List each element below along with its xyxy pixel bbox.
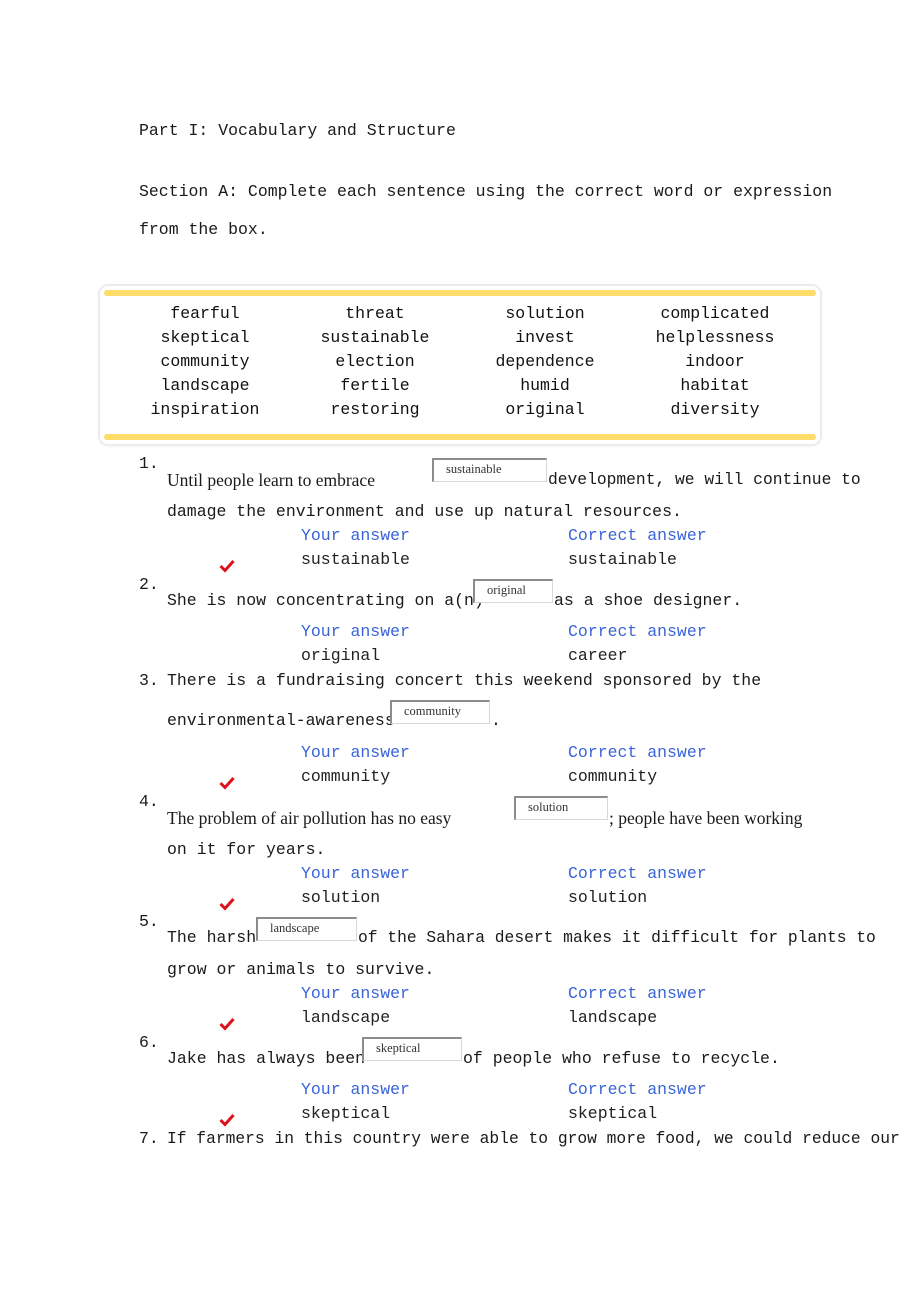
question-text-line1: If farmers in this country were able to … [167,1129,900,1148]
word-box-item: restoring [330,400,420,419]
question-text-before: Jake has always been [167,1049,366,1068]
question-text-line2: grow or animals to survive. [167,960,435,979]
word-box-item: election [335,352,415,371]
correct-answer-value: career [568,646,628,665]
question-number: 1. [139,454,159,473]
question-text-after: development, we will continue to [548,470,861,489]
correct-check-icon [219,1113,235,1127]
word-box-item: community [160,352,250,371]
question-text-line2: damage the environment and use up natura… [167,502,682,521]
your-answer-label: Your answer [301,743,410,762]
your-answer-label: Your answer [301,526,410,545]
question-number: 7. [139,1129,159,1148]
word-box-item: diversity [670,400,760,419]
word-box-top-bar [104,290,816,296]
question-number: 3. [139,671,159,690]
word-box-item: skeptical [160,328,250,347]
word-box-item: humid [520,376,570,395]
part-title: Part I: Vocabulary and Structure [139,121,456,140]
question-text-before: The problem of air pollution has no easy [167,808,452,828]
question-text-line2: on it for years. [167,840,326,859]
question-number: 5. [139,912,159,931]
your-answer-value: skeptical [301,1104,391,1123]
your-answer-label: Your answer [301,622,410,641]
your-answer-value: landscape [301,1008,391,1027]
word-box-item: complicated [660,304,770,323]
correct-check-icon [219,897,235,911]
correct-answer-label: Correct answer [568,622,707,641]
word-box-item: landscape [160,376,250,395]
question-number: 6. [139,1033,159,1052]
your-answer-value: community [301,767,391,786]
correct-answer-value: sustainable [568,550,677,569]
question-text-after: as a shoe designer. [554,591,743,610]
answer-input[interactable]: solution [514,796,608,820]
word-box-item: original [505,400,585,419]
section-instruction-line2: from the box. [139,220,268,239]
correct-answer-label: Correct answer [568,1080,707,1099]
correct-answer-label: Correct answer [568,743,707,762]
section-instruction-line1: Section A: Complete each sentence using … [139,182,833,201]
word-box-item: inspiration [150,400,260,419]
your-answer-value: sustainable [301,550,410,569]
word-box-item: indoor [685,352,745,371]
correct-answer-label: Correct answer [568,526,707,545]
word-box-item: helplessness [655,328,775,347]
answer-input[interactable]: landscape [256,917,357,941]
question-text-before: The harsh [167,928,257,947]
correct-answer-value: community [568,767,658,786]
correct-answer-value: skeptical [568,1104,658,1123]
correct-answer-value: solution [568,888,648,907]
answer-input[interactable]: community [390,700,490,724]
word-box-item: fearful [170,304,240,323]
correct-check-icon [219,1017,235,1031]
word-box-item: fertile [340,376,410,395]
correct-answer-label: Correct answer [568,864,707,883]
word-box-item: threat [345,304,405,323]
your-answer-label: Your answer [301,864,410,883]
your-answer-value: solution [301,888,381,907]
word-box-item: habitat [680,376,750,395]
your-answer-label: Your answer [301,984,410,1003]
question-text-before: Until people learn to embrace [167,470,375,490]
correct-check-icon [219,559,235,573]
answer-input[interactable]: sustainable [432,458,547,482]
word-box-bottom-bar [104,434,816,440]
answer-input[interactable]: original [473,579,553,603]
question-text-after: ; people have been working [609,808,803,828]
word-box-item: invest [515,328,575,347]
correct-answer-label: Correct answer [568,984,707,1003]
question-number: 2. [139,575,159,594]
question-text-before: She is now concentrating on a(n) [167,591,484,610]
question-text-after: of people who refuse to recycle. [463,1049,780,1068]
word-box-item: dependence [495,352,595,371]
word-grid: fearful threat solution complicated skep… [120,303,800,420]
your-answer-value: original [301,646,381,665]
correct-answer-value: landscape [568,1008,658,1027]
question-text-after: . [491,711,501,730]
correct-check-icon [219,776,235,790]
word-box-item: solution [505,304,585,323]
word-box-item: sustainable [320,328,430,347]
question-text-after: of the Sahara desert makes it difficult … [358,928,876,947]
answer-input[interactable]: skeptical [362,1037,462,1061]
your-answer-label: Your answer [301,1080,410,1099]
question-number: 4. [139,792,159,811]
question-text-line1: There is a fundraising concert this week… [167,671,762,690]
question-text-before: environmental-awareness [167,711,395,730]
word-box: fearful threat solution complicated skep… [100,286,820,444]
